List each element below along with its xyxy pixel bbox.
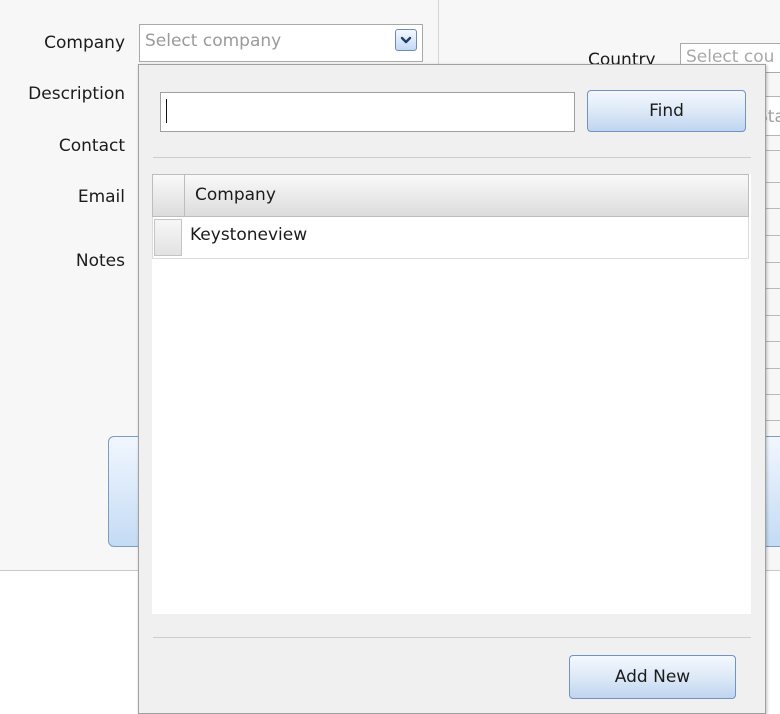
company-select[interactable]: Select company xyxy=(139,24,423,62)
notes-label: Notes xyxy=(75,251,125,271)
find-button[interactable]: Find xyxy=(587,90,746,132)
company-dropdown-popup: Find Company Keystoneview Add New xyxy=(138,64,766,714)
chevron-down-icon[interactable] xyxy=(395,29,417,51)
text-cursor xyxy=(166,99,167,123)
company-label: Company xyxy=(44,33,125,53)
description-label: Description xyxy=(28,84,125,104)
add-new-button[interactable]: Add New xyxy=(569,655,736,699)
company-results-grid: Company Keystoneview xyxy=(152,174,751,614)
divider xyxy=(153,157,751,158)
company-cell[interactable]: Keystoneview xyxy=(190,225,307,245)
company-select-placeholder: Select company xyxy=(145,31,282,51)
grid-header: Company xyxy=(152,174,749,217)
row-selector-header xyxy=(153,175,185,216)
table-row[interactable]: Keystoneview xyxy=(152,217,749,259)
row-selector[interactable] xyxy=(154,219,182,256)
column-header-company[interactable]: Company xyxy=(195,185,276,205)
email-label: Email xyxy=(77,187,125,207)
column-divider xyxy=(438,0,439,64)
divider xyxy=(153,637,751,638)
company-search-input[interactable] xyxy=(160,92,575,132)
contact-label: Contact xyxy=(58,136,125,156)
